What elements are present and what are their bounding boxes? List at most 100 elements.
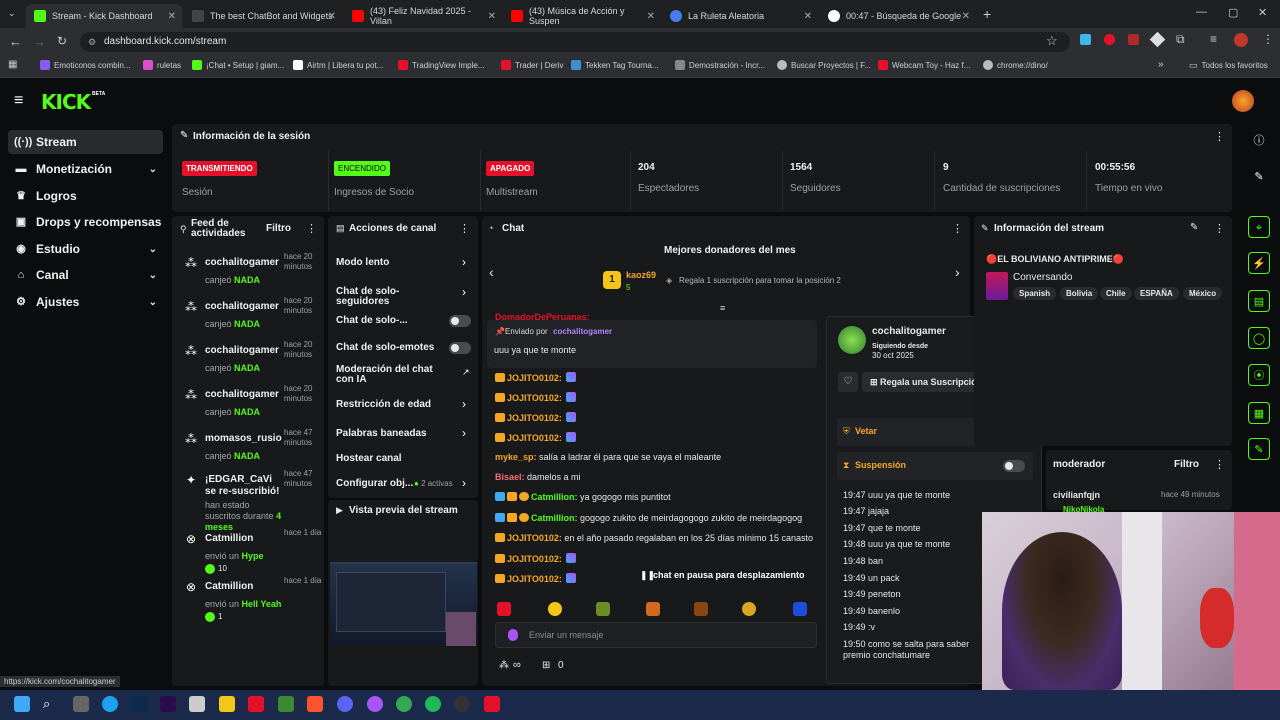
close-tab-icon[interactable]: ✕ <box>328 11 336 22</box>
emote-icon[interactable] <box>497 602 511 616</box>
next-arrow-icon[interactable]: › <box>955 264 960 280</box>
taskbar-app-icon[interactable] <box>189 696 205 712</box>
chat-message[interactable]: Bisael: damelos a mi <box>495 472 815 482</box>
obs-icon[interactable] <box>454 696 470 712</box>
sidebar-item-estudio[interactable]: ◉ Estudio ⌄ <box>8 237 163 261</box>
tab-youtube-navidad[interactable]: (43) Feliz Navidad 2025 - Villan ✕ <box>344 4 502 28</box>
chat-username[interactable]: JOJITO0102: <box>507 393 562 403</box>
media-icon[interactable]: ≡ <box>1210 32 1217 46</box>
feed-item-name[interactable]: cochalitogamer <box>205 257 283 269</box>
close-tab-icon[interactable]: ✕ <box>962 11 970 22</box>
taskbar-app-icon[interactable] <box>367 696 383 712</box>
pinned-message[interactable]: 📌 Enviado por cochalitogamer uuu ya que … <box>487 320 817 368</box>
bookmark-item[interactable]: Emoticonos combin... <box>40 60 130 70</box>
close-tab-icon[interactable]: ✕ <box>168 11 176 22</box>
emote-icon[interactable] <box>793 602 807 616</box>
bookmark-item[interactable]: Demostración - Incr... <box>675 60 765 70</box>
back-icon[interactable]: ← <box>9 34 22 49</box>
pinned-by-user[interactable]: cochalitogamer <box>553 327 612 336</box>
extension-icon[interactable] <box>1104 34 1115 45</box>
sidebar-item-stream[interactable]: ((·)) Stream <box>8 130 163 154</box>
feed-item-name[interactable]: Catmillion <box>205 581 283 593</box>
chat-username[interactable]: JOJITO0102: <box>507 373 562 383</box>
photoshop-icon[interactable] <box>131 696 147 712</box>
reload-icon[interactable]: ↻ <box>57 34 67 48</box>
user-card-username[interactable]: cochalitogamer <box>872 326 946 337</box>
chat-message[interactable]: JOJITO0102: <box>495 432 815 443</box>
bookmark-item[interactable]: Webcam Toy - Haz f... <box>878 60 970 70</box>
chat-paused-notice[interactable]: chat en pausa para desplazamiento <box>653 570 805 580</box>
mods-menu-icon[interactable]: ⋮ <box>1214 458 1225 471</box>
stream-preview-video[interactable] <box>330 562 477 646</box>
chat-message[interactable]: JOJITO0102: <box>495 412 815 423</box>
list-icon[interactable]: ▤ <box>1248 290 1270 312</box>
tab-google[interactable]: 00:47 - Búsqueda de Google ✕ <box>820 4 976 28</box>
bookmark-item[interactable]: ¡Chat • Setup | giam... <box>192 60 284 70</box>
chat-username[interactable]: JOJITO0102: <box>507 533 562 543</box>
tag-chip[interactable]: Chile <box>1100 287 1132 300</box>
emote-icon[interactable] <box>742 602 756 616</box>
sidebar-item-logros[interactable]: ♛ Logros <box>8 184 163 208</box>
feed-item-name[interactable]: momasos_rusio <box>205 433 283 445</box>
sidebar-item-canal[interactable]: ⌂ Canal ⌄ <box>8 263 163 287</box>
forward-icon[interactable]: → <box>33 34 46 49</box>
folder-icon[interactable] <box>219 696 235 712</box>
kick-logo[interactable]: KICK <box>41 90 91 114</box>
menu-kebab-icon[interactable]: ⋮ <box>1262 32 1274 46</box>
windows-start-icon[interactable] <box>14 696 30 712</box>
apps-grid-icon[interactable]: ▦ <box>8 59 17 70</box>
brave-icon[interactable] <box>307 696 323 712</box>
tag-chip[interactable]: México <box>1183 287 1223 300</box>
discord-icon[interactable] <box>337 696 353 712</box>
chat-message[interactable]: Catmillion: gogogo zukito de meirdagogog… <box>495 513 815 523</box>
feed-item-name[interactable]: cochalitogamer <box>205 345 283 357</box>
bookmark-item[interactable]: Airtm | Libera tu pot... <box>293 60 383 70</box>
points-icon[interactable]: ⁂ <box>499 660 509 671</box>
site-info-icon[interactable]: ⚙ <box>88 32 96 52</box>
feed-filter-button[interactable]: Filtro <box>266 223 291 234</box>
chat-username[interactable]: myke_sp: <box>495 452 537 462</box>
close-window-icon[interactable]: ✕ <box>1258 6 1267 19</box>
taskbar-app-icon[interactable] <box>73 696 89 712</box>
chat-input[interactable]: Enviar un mensaje <box>495 622 817 648</box>
actions-menu-icon[interactable]: ⋮ <box>459 222 470 235</box>
minecraft-icon[interactable] <box>278 696 294 712</box>
widget-icon[interactable]: ⌖ <box>1248 216 1270 238</box>
feed-item-name[interactable]: cochalitogamer <box>205 389 283 401</box>
tab-ruleta[interactable]: La Ruleta Aleatoria ✕ <box>662 4 818 28</box>
all-favorites[interactable]: ▭ Todos los favoritos <box>1189 60 1268 71</box>
profile-avatar-icon[interactable] <box>1234 33 1248 47</box>
prev-arrow-icon[interactable]: ‹ <box>489 264 494 280</box>
sidebar-item-drops[interactable]: ▣ Drops y recompensas <box>8 210 163 234</box>
emote-icon[interactable] <box>548 602 562 616</box>
chat-message[interactable]: JOJITO0102: <box>495 392 815 403</box>
panel-menu-icon[interactable]: ⋮ <box>1214 130 1225 143</box>
bag-icon[interactable]: ⊞ <box>542 660 550 671</box>
url-field[interactable]: ⚙ dashboard.kick.com/stream <box>80 32 1070 52</box>
broadcast-icon[interactable]: ⦿ <box>1248 364 1270 386</box>
sidebar-item-monetizacion[interactable]: ▬ Monetización ⌄ <box>8 157 163 181</box>
edit-icon[interactable]: ✎ <box>1190 222 1198 233</box>
bookmark-item[interactable]: Trader | Deriv <box>501 60 563 70</box>
close-tab-icon[interactable]: ✕ <box>804 11 812 22</box>
feed-item-name[interactable]: ¡EDGAR_CaVi se re-suscribió! <box>205 474 283 498</box>
wrench-icon[interactable]: ✎ <box>1248 438 1270 460</box>
chrome-icon[interactable] <box>396 696 412 712</box>
feed-item-name[interactable]: cochalitogamer <box>205 301 283 313</box>
edge-icon[interactable] <box>102 696 118 712</box>
tag-chip[interactable]: Spanish <box>1013 287 1057 300</box>
tag-chip[interactable]: Bolivia <box>1060 287 1099 300</box>
heart-button[interactable]: ♡ <box>838 372 858 392</box>
emote-icon[interactable] <box>694 602 708 616</box>
top-donor-name[interactable]: kaoz69 <box>626 270 656 280</box>
category-thumbnail[interactable] <box>986 272 1008 300</box>
deriv-icon[interactable] <box>248 696 264 712</box>
more-bookmarks-icon[interactable]: » <box>1158 59 1164 70</box>
search-icon[interactable]: ⌕ <box>43 696 59 712</box>
lightning-icon[interactable]: ⚡ <box>1248 252 1270 274</box>
extensions-puzzle-icon[interactable]: ⧉ <box>1176 32 1185 47</box>
bookmark-item[interactable]: TradingView Imple... <box>398 60 484 70</box>
chat-message[interactable]: JOJITO0102: en el año pasado regalaban e… <box>495 533 815 543</box>
chat-username[interactable]: JOJITO0102: <box>507 554 562 564</box>
tab-kick-dashboard[interactable]: Stream - Kick Dashboard ✕ <box>26 4 182 28</box>
